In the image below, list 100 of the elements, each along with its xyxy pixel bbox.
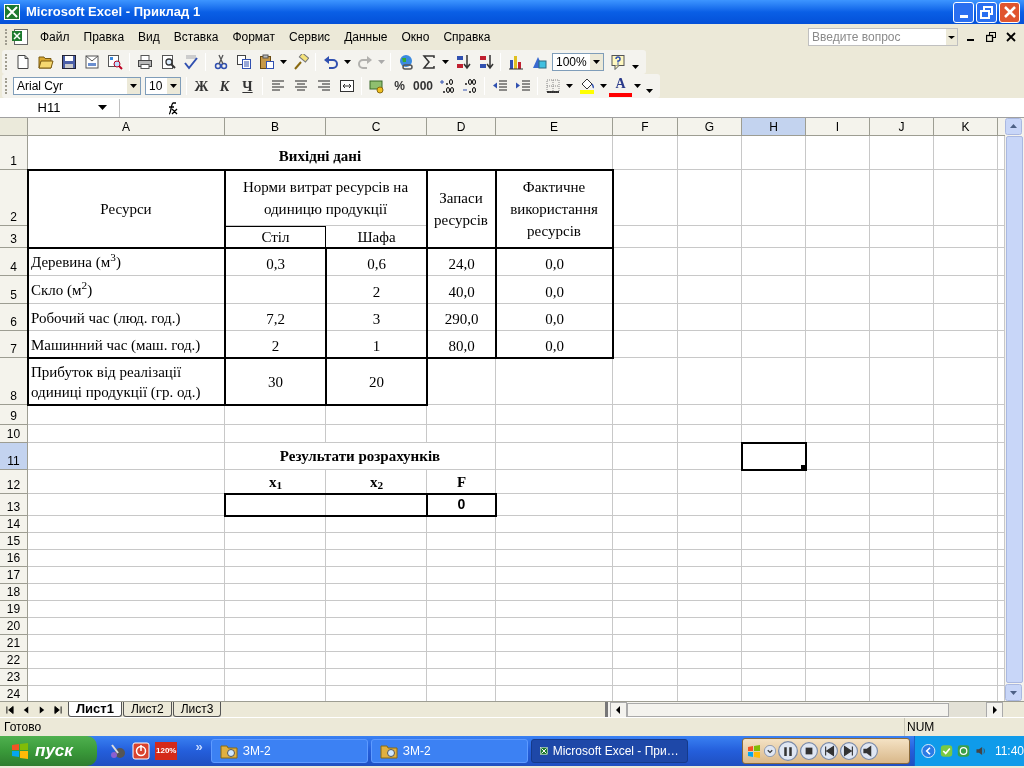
menu-item[interactable]: Данные	[337, 27, 395, 47]
column-header[interactable]: J	[870, 118, 934, 136]
caret-icon[interactable]	[344, 60, 351, 64]
first-sheet-icon[interactable]	[6, 704, 14, 715]
close-icon[interactable]	[1006, 32, 1016, 42]
sheet-tab[interactable]: Лист2	[122, 702, 172, 717]
menu-item[interactable]: Вид	[131, 27, 167, 47]
column-header[interactable]: I	[806, 118, 870, 136]
bold-button[interactable]: Ж	[190, 75, 213, 97]
check-icon[interactable]	[939, 743, 953, 759]
row-header[interactable]: 3	[0, 226, 28, 248]
restore-icon[interactable]	[986, 32, 996, 42]
column-header[interactable]: G	[678, 118, 742, 136]
row-header[interactable]: 21	[0, 635, 28, 652]
row-header[interactable]: 14	[0, 516, 28, 533]
row-header[interactable]: 13	[0, 494, 28, 516]
sheet-tab[interactable]: Лист3	[172, 702, 222, 717]
menu-item[interactable]: Вставка	[166, 27, 226, 47]
row-header[interactable]: 2	[0, 170, 28, 226]
scroll-right-icon[interactable]	[986, 701, 1003, 718]
row-header[interactable]: 22	[0, 652, 28, 669]
zoom-field[interactable]: 100%	[552, 53, 604, 71]
row-header[interactable]: 17	[0, 567, 28, 584]
task-button[interactable]: Microsoft Excel - При…	[530, 739, 688, 763]
row-header[interactable]: 20	[0, 618, 28, 635]
menu-item[interactable]: Сервис	[282, 27, 338, 47]
vertical-scrollbar[interactable]	[1005, 118, 1024, 701]
menu-item[interactable]: Окно	[394, 27, 437, 47]
row-header[interactable]: 6	[0, 304, 28, 331]
selected-cell[interactable]	[741, 442, 807, 471]
row-header[interactable]: 15	[0, 533, 28, 550]
ring-icon[interactable]	[956, 743, 970, 759]
scroll-left-icon[interactable]	[610, 701, 627, 718]
scrollbar-thumb[interactable]	[627, 702, 949, 717]
column-header[interactable]: A	[28, 118, 225, 136]
column-header[interactable]: C	[326, 118, 427, 136]
scroll-up-icon[interactable]	[1005, 118, 1022, 135]
menu-item[interactable]: Файл	[33, 27, 77, 47]
zoom-launcher[interactable]: 120%	[155, 741, 178, 760]
caret-icon[interactable]	[170, 84, 177, 88]
caret-icon[interactable]	[600, 84, 608, 88]
underline-button[interactable]: Ч	[236, 75, 259, 97]
previous-sheet-icon[interactable]	[22, 704, 30, 715]
menu-item[interactable]: Справка	[436, 27, 498, 47]
row-header[interactable]: 12	[0, 470, 28, 494]
next-track-icon[interactable]	[840, 742, 858, 760]
scroll-down-icon[interactable]	[1005, 684, 1022, 701]
row-header[interactable]: 18	[0, 584, 28, 601]
close-button[interactable]	[999, 1, 1020, 23]
toolbar-options-icon[interactable]	[632, 65, 639, 69]
column-header[interactable]: D	[427, 118, 496, 136]
column-header[interactable]: H	[742, 118, 806, 136]
media-player-icon[interactable]	[109, 742, 127, 760]
caret-icon[interactable]	[593, 60, 600, 64]
column-header[interactable]: B	[225, 118, 326, 136]
caret-icon[interactable]	[130, 84, 137, 88]
italic-button[interactable]: К	[213, 75, 236, 97]
menu-item[interactable]: Формат	[225, 27, 283, 47]
question-field[interactable]: Введите вопрос	[808, 28, 958, 46]
row-header[interactable]: 8	[0, 358, 28, 405]
task-button[interactable]: ЗМ-2	[210, 739, 368, 763]
column-header[interactable]: K	[934, 118, 998, 136]
caret-icon[interactable]	[946, 29, 957, 45]
scrollbar-thumb[interactable]	[1006, 136, 1023, 683]
font-field[interactable]: Arial Cyr	[13, 77, 141, 95]
row-header[interactable]: 9	[0, 405, 28, 425]
minimize-button[interactable]	[953, 1, 974, 23]
column-header[interactable]: E	[496, 118, 613, 136]
row-header[interactable]: 7	[0, 331, 28, 358]
column-header[interactable]: F	[613, 118, 678, 136]
caret-icon[interactable]	[634, 84, 642, 88]
menu-item[interactable]: Правка	[76, 27, 132, 47]
row-header[interactable]: 5	[0, 276, 28, 304]
row-header[interactable]: 23	[0, 669, 28, 686]
stop-icon[interactable]	[800, 742, 818, 760]
row-header[interactable]: 4	[0, 248, 28, 276]
task-button[interactable]: ЗМ-2	[370, 739, 528, 763]
volume-icon[interactable]	[860, 742, 878, 760]
format-button[interactable]: 000	[411, 75, 436, 97]
workbook-icon[interactable]	[11, 28, 29, 46]
row-header[interactable]: 10	[0, 425, 28, 443]
horizontal-scrollbar[interactable]	[605, 702, 1003, 717]
row-header[interactable]: 11	[0, 443, 28, 470]
last-sheet-icon[interactable]	[54, 704, 62, 715]
pause-icon[interactable]	[778, 741, 798, 761]
show-hidden-icon[interactable]	[921, 742, 936, 760]
start-button[interactable]: пуск	[0, 736, 97, 766]
restore-button[interactable]	[976, 1, 997, 23]
power-icon[interactable]	[132, 742, 150, 760]
font-size-field[interactable]: 10	[145, 77, 181, 95]
overflow-chevron[interactable]: »	[195, 737, 203, 757]
next-sheet-icon[interactable]	[38, 704, 46, 715]
previous-track-icon[interactable]	[820, 742, 838, 760]
row-header[interactable]: 1	[0, 136, 28, 170]
name-box[interactable]: H11	[0, 98, 120, 117]
row-header[interactable]: 16	[0, 550, 28, 567]
row-header[interactable]: 19	[0, 601, 28, 618]
row-header[interactable]: 24	[0, 686, 28, 701]
caret-icon[interactable]	[280, 60, 287, 64]
caret-icon[interactable]	[98, 105, 107, 110]
